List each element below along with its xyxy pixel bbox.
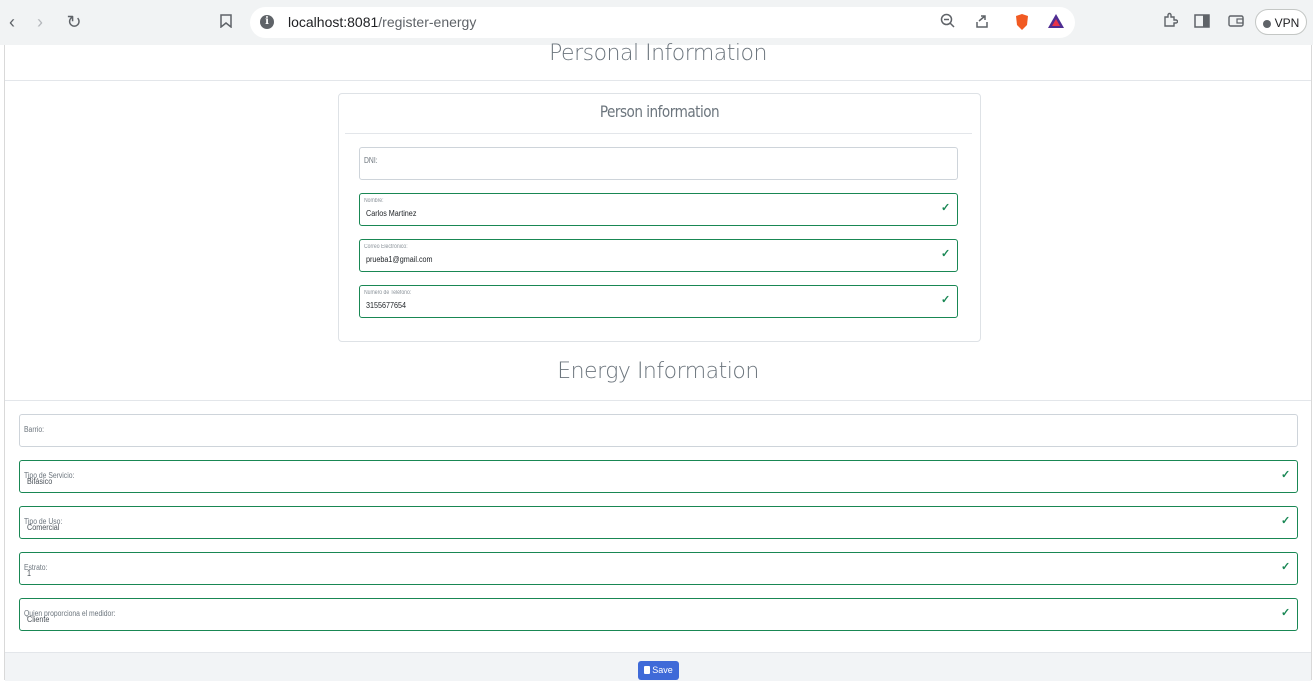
- vpn-button[interactable]: VPN: [1255, 9, 1307, 35]
- person-info-card: Person information DNI: Nombre: Carlos M…: [338, 93, 981, 342]
- zoom-out-icon[interactable]: [938, 13, 958, 33]
- tipo-servicio-value: Bifásico: [27, 477, 53, 486]
- address-bar[interactable]: i localhost:8081/register-energy: [250, 7, 1075, 38]
- sidebar-icon[interactable]: [1190, 10, 1214, 34]
- divider: [5, 80, 1311, 81]
- share-icon[interactable]: [972, 13, 992, 33]
- barrio-label: Barrio:: [24, 425, 45, 434]
- card-title: Person information: [599, 102, 720, 121]
- estrato-field[interactable]: Estrato: 1 ✓: [19, 552, 1298, 585]
- vpn-status-icon: [1262, 19, 1271, 28]
- divider: [5, 400, 1311, 401]
- medidor-field[interactable]: Quien proporciona el medidor: Cliente ✓: [19, 598, 1298, 631]
- check-icon: ✓: [941, 294, 951, 306]
- save-label: Save: [652, 665, 673, 675]
- phone-value: 3155677654: [366, 301, 407, 310]
- dni-label: DNI:: [364, 156, 378, 165]
- check-icon: ✓: [941, 248, 951, 260]
- estrato-value: 1: [27, 569, 32, 578]
- browser-toolbar: ‹ › ↻ i localhost:8081/register-energy V…: [0, 0, 1313, 45]
- bookmark-icon[interactable]: [214, 10, 238, 34]
- personal-section-title: Personal Information: [549, 41, 767, 66]
- back-icon[interactable]: ‹: [0, 10, 24, 34]
- email-value: prueba1@gmail.com: [366, 255, 433, 264]
- vpn-label: VPN: [1274, 16, 1300, 30]
- tipo-uso-field[interactable]: Tipo de Uso: Comercial ✓: [19, 506, 1298, 539]
- extensions-icon[interactable]: [1158, 10, 1182, 34]
- tipo-servicio-field[interactable]: Tipo de Servicio: Bifásico ✓: [19, 460, 1298, 493]
- check-icon: ✓: [1281, 561, 1291, 573]
- forward-icon[interactable]: ›: [28, 10, 52, 34]
- check-icon: ✓: [1281, 469, 1291, 481]
- energy-section-title: Energy Information: [557, 359, 759, 384]
- check-icon: ✓: [1281, 515, 1291, 527]
- nombre-field[interactable]: Nombre: Carlos Martinez ✓: [359, 193, 958, 226]
- dni-field[interactable]: DNI:: [359, 147, 958, 180]
- email-label: Correo Electrónico:: [364, 244, 408, 250]
- brave-shield-icon[interactable]: [1012, 13, 1032, 33]
- phone-label: Número de Teléfono:: [364, 290, 412, 296]
- reload-icon[interactable]: ↻: [62, 10, 86, 34]
- divider: [345, 133, 972, 134]
- email-field[interactable]: Correo Electrónico: prueba1@gmail.com ✓: [359, 239, 958, 272]
- tipo-uso-value: Comercial: [27, 523, 60, 532]
- save-button[interactable]: Save: [638, 661, 679, 680]
- check-icon: ✓: [941, 202, 951, 214]
- url-text: localhost:8081/register-energy: [288, 14, 477, 30]
- medidor-value: Cliente: [27, 615, 50, 624]
- phone-field[interactable]: Número de Teléfono: 3155677654 ✓: [359, 285, 958, 318]
- check-icon: ✓: [1281, 607, 1291, 619]
- nombre-label: Nombre:: [364, 198, 384, 204]
- nombre-value: Carlos Martinez: [366, 209, 417, 218]
- document-icon: [644, 666, 651, 674]
- brave-rewards-icon[interactable]: [1046, 13, 1066, 33]
- page-content: Personal Information Person information …: [4, 41, 1312, 681]
- info-icon[interactable]: i: [260, 15, 274, 29]
- barrio-field[interactable]: Barrio:: [19, 414, 1298, 447]
- wallet-icon[interactable]: [1224, 10, 1248, 34]
